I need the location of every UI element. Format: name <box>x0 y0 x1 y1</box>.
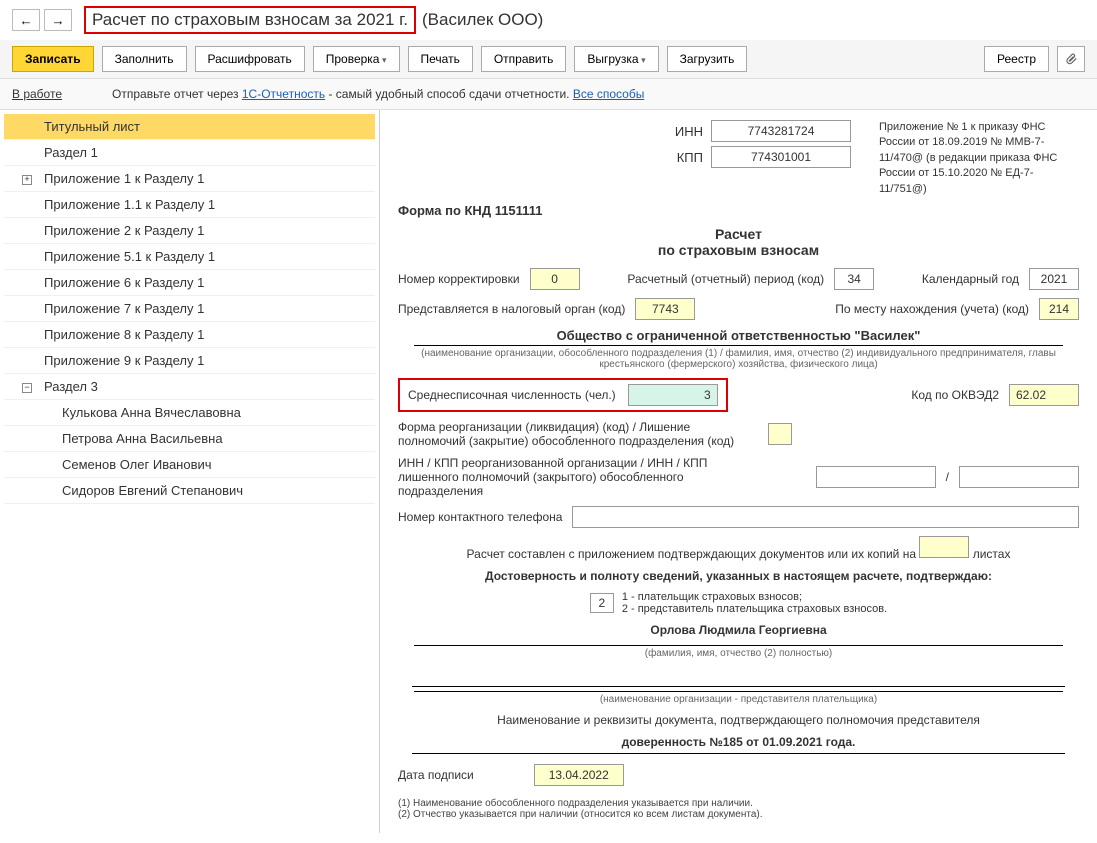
tree-item[interactable]: Петрова Анна Васильевна <box>4 426 375 452</box>
tree-item[interactable]: Приложение 7 к Разделу 1 <box>4 296 375 322</box>
sign-date-field[interactable]: 13.04.2022 <box>534 764 624 786</box>
tree-item[interactable]: Приложение 8 к Разделу 1 <box>4 322 375 348</box>
period-field[interactable]: 34 <box>834 268 874 290</box>
docs-count-field[interactable] <box>919 536 969 558</box>
tree-item[interactable]: Приложение 2 к Разделу 1 <box>4 218 375 244</box>
year-field[interactable]: 2021 <box>1029 268 1079 290</box>
1c-reporting-link[interactable]: 1С-Отчетность <box>242 87 325 101</box>
all-methods-link[interactable]: Все способы <box>573 87 645 101</box>
correction-label: Номер корректировки <box>398 272 520 286</box>
phone-label: Номер контактного телефона <box>398 510 562 524</box>
page-title-highlighted: Расчет по страховым взносам за 2021 г. <box>84 6 416 34</box>
status-link[interactable]: В работе <box>12 87 62 101</box>
period-label: Расчетный (отчетный) период (код) <box>627 272 824 286</box>
correction-field[interactable]: 0 <box>530 268 580 290</box>
loc-label: По месту нахождения (учета) (код) <box>835 302 1029 316</box>
rep-hint: (наименование организации - представител… <box>414 691 1063 705</box>
form-title-1: Расчет <box>398 226 1079 242</box>
tree-item[interactable]: Приложение 1 к Разделу 1 <box>4 166 375 192</box>
phone-field[interactable] <box>572 506 1079 528</box>
form-content: ИНН 7743281724 КПП 774301001 Приложение … <box>380 110 1097 833</box>
tree-item[interactable]: Титульный лист <box>4 114 375 140</box>
org-name: Общество с ограниченной ответственностью… <box>398 328 1079 343</box>
inn-label: ИНН <box>675 124 703 139</box>
okved-field[interactable]: 62.02 <box>1009 384 1079 406</box>
tree-item[interactable]: Раздел 3 <box>4 374 375 400</box>
registry-button[interactable]: Реестр <box>984 46 1049 72</box>
sign-date-label: Дата подписи <box>398 768 474 782</box>
inn-field[interactable]: 7743281724 <box>711 120 851 142</box>
avg-label: Среднесписочная численность (чел.) <box>408 388 616 402</box>
form-title-2: по страховым взносам <box>398 242 1079 258</box>
year-label: Календарный год <box>922 272 1019 286</box>
doc-title: Наименование и реквизиты документа, подт… <box>398 713 1079 727</box>
tree-item[interactable]: Семенов Олег Иванович <box>4 452 375 478</box>
annex-note: Приложение № 1 к приказу ФНС России от 1… <box>879 120 1079 197</box>
fill-button[interactable]: Заполнить <box>102 46 187 72</box>
reorg-inn-field[interactable] <box>816 466 936 488</box>
decode-button[interactable]: Расшифровать <box>195 46 305 72</box>
tree-item[interactable]: Приложение 5.1 к Разделу 1 <box>4 244 375 270</box>
avg-count-highlight: Среднесписочная численность (чел.) 3 <box>398 378 728 412</box>
tax-org-label: Представляется в налоговый орган (код) <box>398 302 625 316</box>
forward-button[interactable]: → <box>44 9 72 31</box>
tree-item[interactable]: Приложение 9 к Разделу 1 <box>4 348 375 374</box>
page-title-org: (Василек ООО) <box>422 10 543 30</box>
avg-field[interactable]: 3 <box>628 384 718 406</box>
print-button[interactable]: Печать <box>408 46 473 72</box>
paperclip-icon <box>1064 52 1078 66</box>
import-button[interactable]: Загрузить <box>667 46 748 72</box>
send-button[interactable]: Отправить <box>481 46 567 72</box>
signer-name: Орлова Людмила Георгиевна <box>398 623 1079 637</box>
rep-org-line[interactable] <box>412 667 1065 687</box>
docs-pre: Расчет составлен с приложением подтвержд… <box>467 547 916 561</box>
tree-item[interactable]: Кулькова Анна Вячеславовна <box>4 400 375 426</box>
docs-post: листах <box>973 547 1011 561</box>
signer-hint: (фамилия, имя, отчество (2) полностью) <box>414 645 1063 659</box>
save-button[interactable]: Записать <box>12 46 94 72</box>
tree-item[interactable]: Сидоров Евгений Степанович <box>4 478 375 504</box>
doc-value: доверенность №185 от 01.09.2021 года. <box>412 735 1065 754</box>
loc-field[interactable]: 214 <box>1039 298 1079 320</box>
form-knd: Форма по КНД 1151111 <box>398 203 1079 218</box>
org-hint: (наименование организации, обособленного… <box>414 345 1063 370</box>
export-dropdown[interactable]: Выгрузка <box>574 46 658 72</box>
slash: / <box>946 470 949 484</box>
tree-item[interactable]: Приложение 1.1 к Разделу 1 <box>4 192 375 218</box>
kpp-field[interactable]: 774301001 <box>711 146 851 168</box>
reorg-field[interactable] <box>768 423 792 445</box>
footnote-2: (2) Отчество указывается при наличии (от… <box>398 809 1079 820</box>
footnote-1: (1) Наименование обособленного подраздел… <box>398 798 1079 809</box>
confirm-title: Достоверность и полноту сведений, указан… <box>398 569 1079 583</box>
confirm-code-field[interactable]: 2 <box>590 593 614 613</box>
reorg-inn-label: ИНН / КПП реорганизованной организации /… <box>398 456 758 498</box>
status-msg: Отправьте отчет через 1С-Отчетность - са… <box>112 87 644 101</box>
attachment-button[interactable] <box>1057 46 1085 72</box>
okved-label: Код по ОКВЭД2 <box>911 388 999 402</box>
section-tree: Титульный листРаздел 1Приложение 1 к Раз… <box>0 110 380 833</box>
check-dropdown[interactable]: Проверка <box>313 46 400 72</box>
tree-item[interactable]: Раздел 1 <box>4 140 375 166</box>
confirm-options: 1 - плательщик страховых взносов; 2 - пр… <box>622 591 887 615</box>
reorg-label: Форма реорганизации (ликвидация) (код) /… <box>398 420 758 448</box>
reorg-kpp-field[interactable] <box>959 466 1079 488</box>
kpp-label: КПП <box>677 150 703 165</box>
back-button[interactable]: ← <box>12 9 40 31</box>
tax-org-field[interactable]: 7743 <box>635 298 695 320</box>
tree-item[interactable]: Приложение 6 к Разделу 1 <box>4 270 375 296</box>
